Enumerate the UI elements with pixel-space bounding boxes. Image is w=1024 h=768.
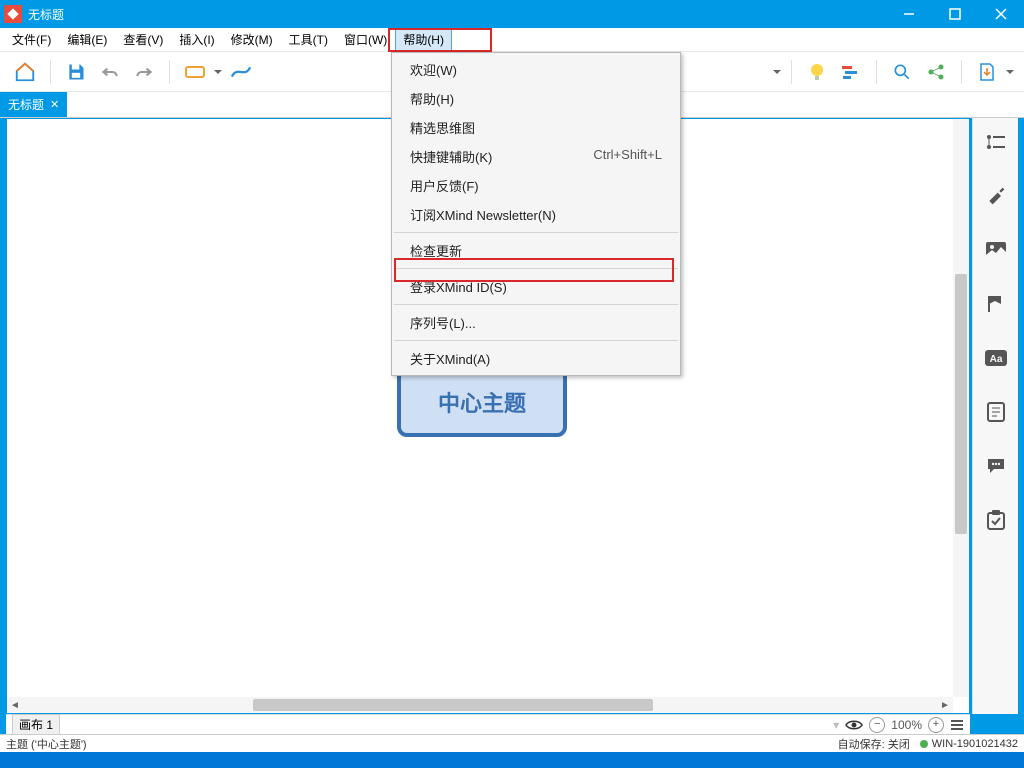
menu-help[interactable]: 帮助(H): [395, 28, 452, 51]
status-host: WIN-1901021432: [932, 738, 1018, 750]
menu-separator: [394, 340, 678, 341]
hscroll-thumb[interactable]: [253, 699, 653, 711]
status-autosave: 自动保存: 关闭: [838, 736, 910, 752]
notes-icon[interactable]: [982, 398, 1010, 426]
zoom-percent: 100%: [891, 718, 922, 732]
menu-separator: [394, 268, 678, 269]
topic-dropdown-icon[interactable]: [214, 66, 222, 78]
zoom-controls: − 100% +: [869, 717, 964, 733]
app-icon: [4, 5, 22, 23]
filter-icon[interactable]: ▾: [833, 718, 839, 732]
task-icon[interactable]: [982, 506, 1010, 534]
save-icon[interactable]: [61, 57, 91, 87]
central-topic[interactable]: 中心主题: [397, 367, 567, 437]
format-icon[interactable]: [982, 182, 1010, 210]
menu-tools[interactable]: 工具(T): [281, 28, 336, 51]
minimize-button[interactable]: [886, 0, 932, 28]
status-selection: 主题 ('中心主题'): [6, 736, 87, 752]
vertical-scrollbar[interactable]: [953, 119, 969, 697]
gantt-icon[interactable]: [836, 57, 866, 87]
export-icon[interactable]: [972, 57, 1002, 87]
tab-close-icon[interactable]: ✕: [50, 98, 59, 111]
menu-separator: [394, 232, 678, 233]
document-tab[interactable]: 无标题 ✕: [0, 92, 67, 117]
share-icon[interactable]: [921, 57, 951, 87]
menu-modify[interactable]: 修改(M): [223, 28, 281, 51]
visibility-icon[interactable]: [845, 719, 863, 731]
redo-icon[interactable]: [129, 57, 159, 87]
hscroll-right-arrow[interactable]: ►: [937, 700, 953, 711]
os-taskbar: [0, 752, 1024, 768]
search-icon[interactable]: [887, 57, 917, 87]
menu-about-xmind[interactable]: 关于XMind(A): [392, 344, 680, 373]
svg-text:Aa: Aa: [989, 354, 1002, 365]
menu-file[interactable]: 文件(F): [4, 28, 59, 51]
image-icon[interactable]: [982, 236, 1010, 264]
menu-insert[interactable]: 插入(I): [171, 28, 222, 51]
menu-window[interactable]: 窗口(W): [336, 28, 395, 51]
menu-separator: [394, 304, 678, 305]
comments-icon[interactable]: [982, 452, 1010, 480]
zoom-menu-icon[interactable]: [950, 719, 964, 731]
menubar: 文件(F) 编辑(E) 查看(V) 插入(I) 修改(M) 工具(T) 窗口(W…: [0, 28, 1024, 52]
sheet-tab[interactable]: 画布 1: [12, 714, 60, 735]
help-dropdown-menu: 欢迎(W) 帮助(H) 精选思维图 快捷键辅助(K)Ctrl+Shift+L 用…: [391, 52, 681, 376]
marker-icon[interactable]: [982, 290, 1010, 318]
sidepanel: Aa: [972, 118, 1018, 714]
generic-dropdown-icon[interactable]: [773, 66, 781, 78]
home-icon[interactable]: [10, 57, 40, 87]
menu-newsletter[interactable]: 订阅XMind Newsletter(N): [392, 200, 680, 229]
topic-icon[interactable]: [180, 57, 210, 87]
zoom-in-button[interactable]: +: [928, 717, 944, 733]
font-icon[interactable]: Aa: [982, 344, 1010, 372]
window-title: 无标题: [28, 6, 886, 23]
sheet-bar: 画布 1 ▾ − 100% +: [6, 714, 970, 734]
vscroll-thumb[interactable]: [955, 274, 967, 534]
horizontal-scrollbar[interactable]: ◄ ►: [7, 697, 953, 713]
relationship-icon[interactable]: [226, 57, 256, 87]
menu-login-xmind-id[interactable]: 登录XMind ID(S): [392, 272, 680, 301]
export-dropdown-icon[interactable]: [1006, 66, 1014, 78]
menu-key-assist[interactable]: 快捷键辅助(K)Ctrl+Shift+L: [392, 142, 680, 171]
maximize-button[interactable]: [932, 0, 978, 28]
menu-featured-maps[interactable]: 精选思维图: [392, 113, 680, 142]
menu-check-update[interactable]: 检查更新: [392, 236, 680, 265]
menu-welcome[interactable]: 欢迎(W): [392, 55, 680, 84]
status-connection-icon: [920, 740, 928, 748]
undo-icon[interactable]: [95, 57, 125, 87]
idea-icon[interactable]: [802, 57, 832, 87]
tab-label: 无标题: [8, 96, 44, 113]
hscroll-left-arrow[interactable]: ◄: [7, 700, 23, 711]
close-button[interactable]: [978, 0, 1024, 28]
outline-icon[interactable]: [982, 128, 1010, 156]
menu-help-sub[interactable]: 帮助(H): [392, 84, 680, 113]
menu-edit[interactable]: 编辑(E): [59, 28, 115, 51]
statusbar: 主题 ('中心主题') 自动保存: 关闭 WIN-1901021432: [0, 734, 1024, 752]
menu-view[interactable]: 查看(V): [115, 28, 171, 51]
zoom-out-button[interactable]: −: [869, 717, 885, 733]
menu-feedback[interactable]: 用户反馈(F): [392, 171, 680, 200]
titlebar: 无标题: [0, 0, 1024, 28]
menu-license-key[interactable]: 序列号(L)...: [392, 308, 680, 337]
